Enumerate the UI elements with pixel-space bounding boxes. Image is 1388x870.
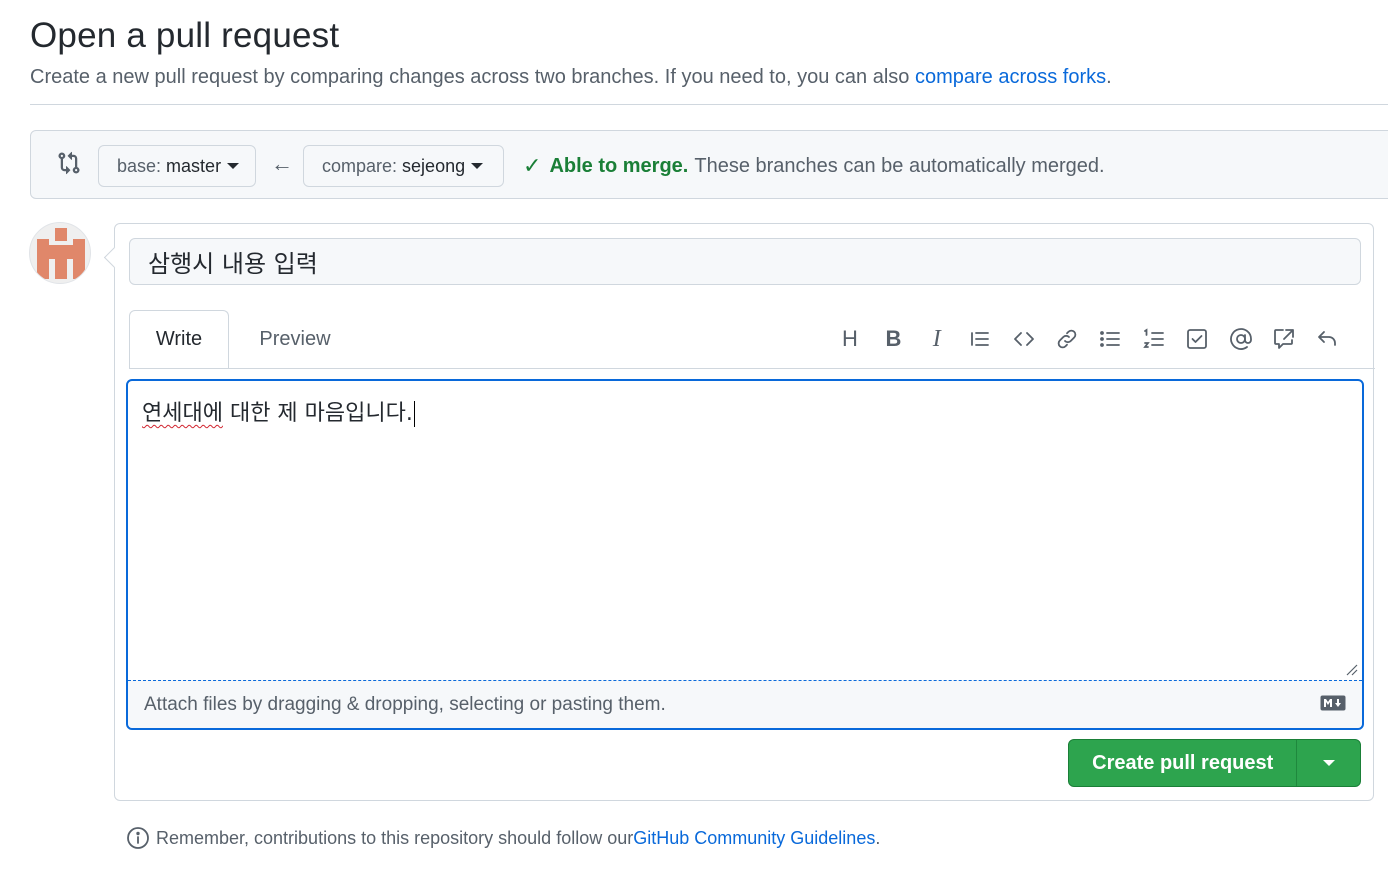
markdown-icon[interactable] [1320,695,1346,711]
tab-write[interactable]: Write [129,310,229,369]
note-end: . [875,827,881,848]
reference-icon[interactable] [1269,324,1299,354]
tabs-divider [129,368,1375,369]
body-rest: 대한 제 마음입니다. [222,401,413,426]
merge-ok-text: Able to merge. [549,154,689,177]
base-branch-value: master [166,155,222,176]
base-label: base: [117,155,162,176]
pr-title-input[interactable]: 삼행시 내용 입력 [129,238,1361,285]
range-editor: base: master ← compare: sejeong ✓ Able to … [30,130,1388,199]
merge-status: ✓ Able to merge. These branches can be a… [523,153,1105,179]
check-icon: ✓ [523,153,542,178]
code-icon[interactable] [1009,324,1039,354]
attach-files-text: Attach files by dragging & dropping, sel… [144,694,666,715]
compare-branch-value: sejeong [402,155,466,176]
misspelled-word: 연세대에 [142,401,223,426]
tab-preview[interactable]: Preview [245,310,345,369]
pr-body-textarea[interactable]: 연세대에 대한 제 마음입니다. Attach files by draggin… [126,379,1364,730]
subtitle-end: . [1106,66,1112,88]
subtitle-text: Create a new pull request by comparing c… [30,66,915,88]
italic-icon[interactable]: I [922,324,952,354]
contribution-note: Remember, contributions to this reposito… [126,826,880,850]
pr-form: 삼행시 내용 입력 Write Preview H B I 연세대에 대한 제 … [114,223,1375,801]
page-subtitle: Create a new pull request by comparing c… [30,66,1112,89]
pr-body-text: 연세대에 대한 제 마음입니다. [142,395,415,427]
create-options-dropdown[interactable] [1297,740,1360,786]
text-cursor [413,401,415,427]
ordered-list-icon[interactable] [1139,324,1169,354]
avatar[interactable] [29,222,91,284]
link-icon[interactable] [1052,324,1082,354]
note-text: Remember, contributions to this reposito… [156,827,634,848]
caret-down-icon [227,163,240,169]
create-pull-request-button[interactable]: Create pull request [1068,739,1361,787]
base-branch-select[interactable]: base: master [98,145,256,187]
git-compare-icon [58,151,80,175]
page-title: Open a pull request [30,16,340,55]
identicon-icon [37,228,85,279]
compare-across-forks-link[interactable]: compare across forks [915,66,1106,88]
caret-down-icon [471,163,484,169]
unordered-list-icon[interactable] [1095,324,1125,354]
bold-icon[interactable]: B [878,324,908,354]
caret-down-icon [1322,760,1335,766]
info-icon [127,827,149,849]
undo-icon[interactable] [1312,324,1342,354]
divider [30,104,1388,105]
markdown-toolbar: H B I [835,324,1356,354]
file-attachment-bar[interactable]: Attach files by dragging & dropping, sel… [128,680,1362,728]
heading-icon[interactable]: H [835,324,865,354]
resize-handle-icon[interactable] [1346,664,1358,676]
create-pull-request-label[interactable]: Create pull request [1069,740,1298,786]
compare-label: compare: [322,155,398,176]
mention-icon[interactable] [1226,324,1256,354]
merge-status-text: These branches can be automatically merg… [694,154,1105,177]
arrow-left-icon: ← [271,151,293,176]
community-guidelines-link[interactable]: GitHub Community Guidelines [633,828,875,849]
task-list-icon[interactable] [1182,324,1212,354]
compare-branch-select[interactable]: compare: sejeong [303,145,504,187]
quote-icon[interactable] [965,324,995,354]
